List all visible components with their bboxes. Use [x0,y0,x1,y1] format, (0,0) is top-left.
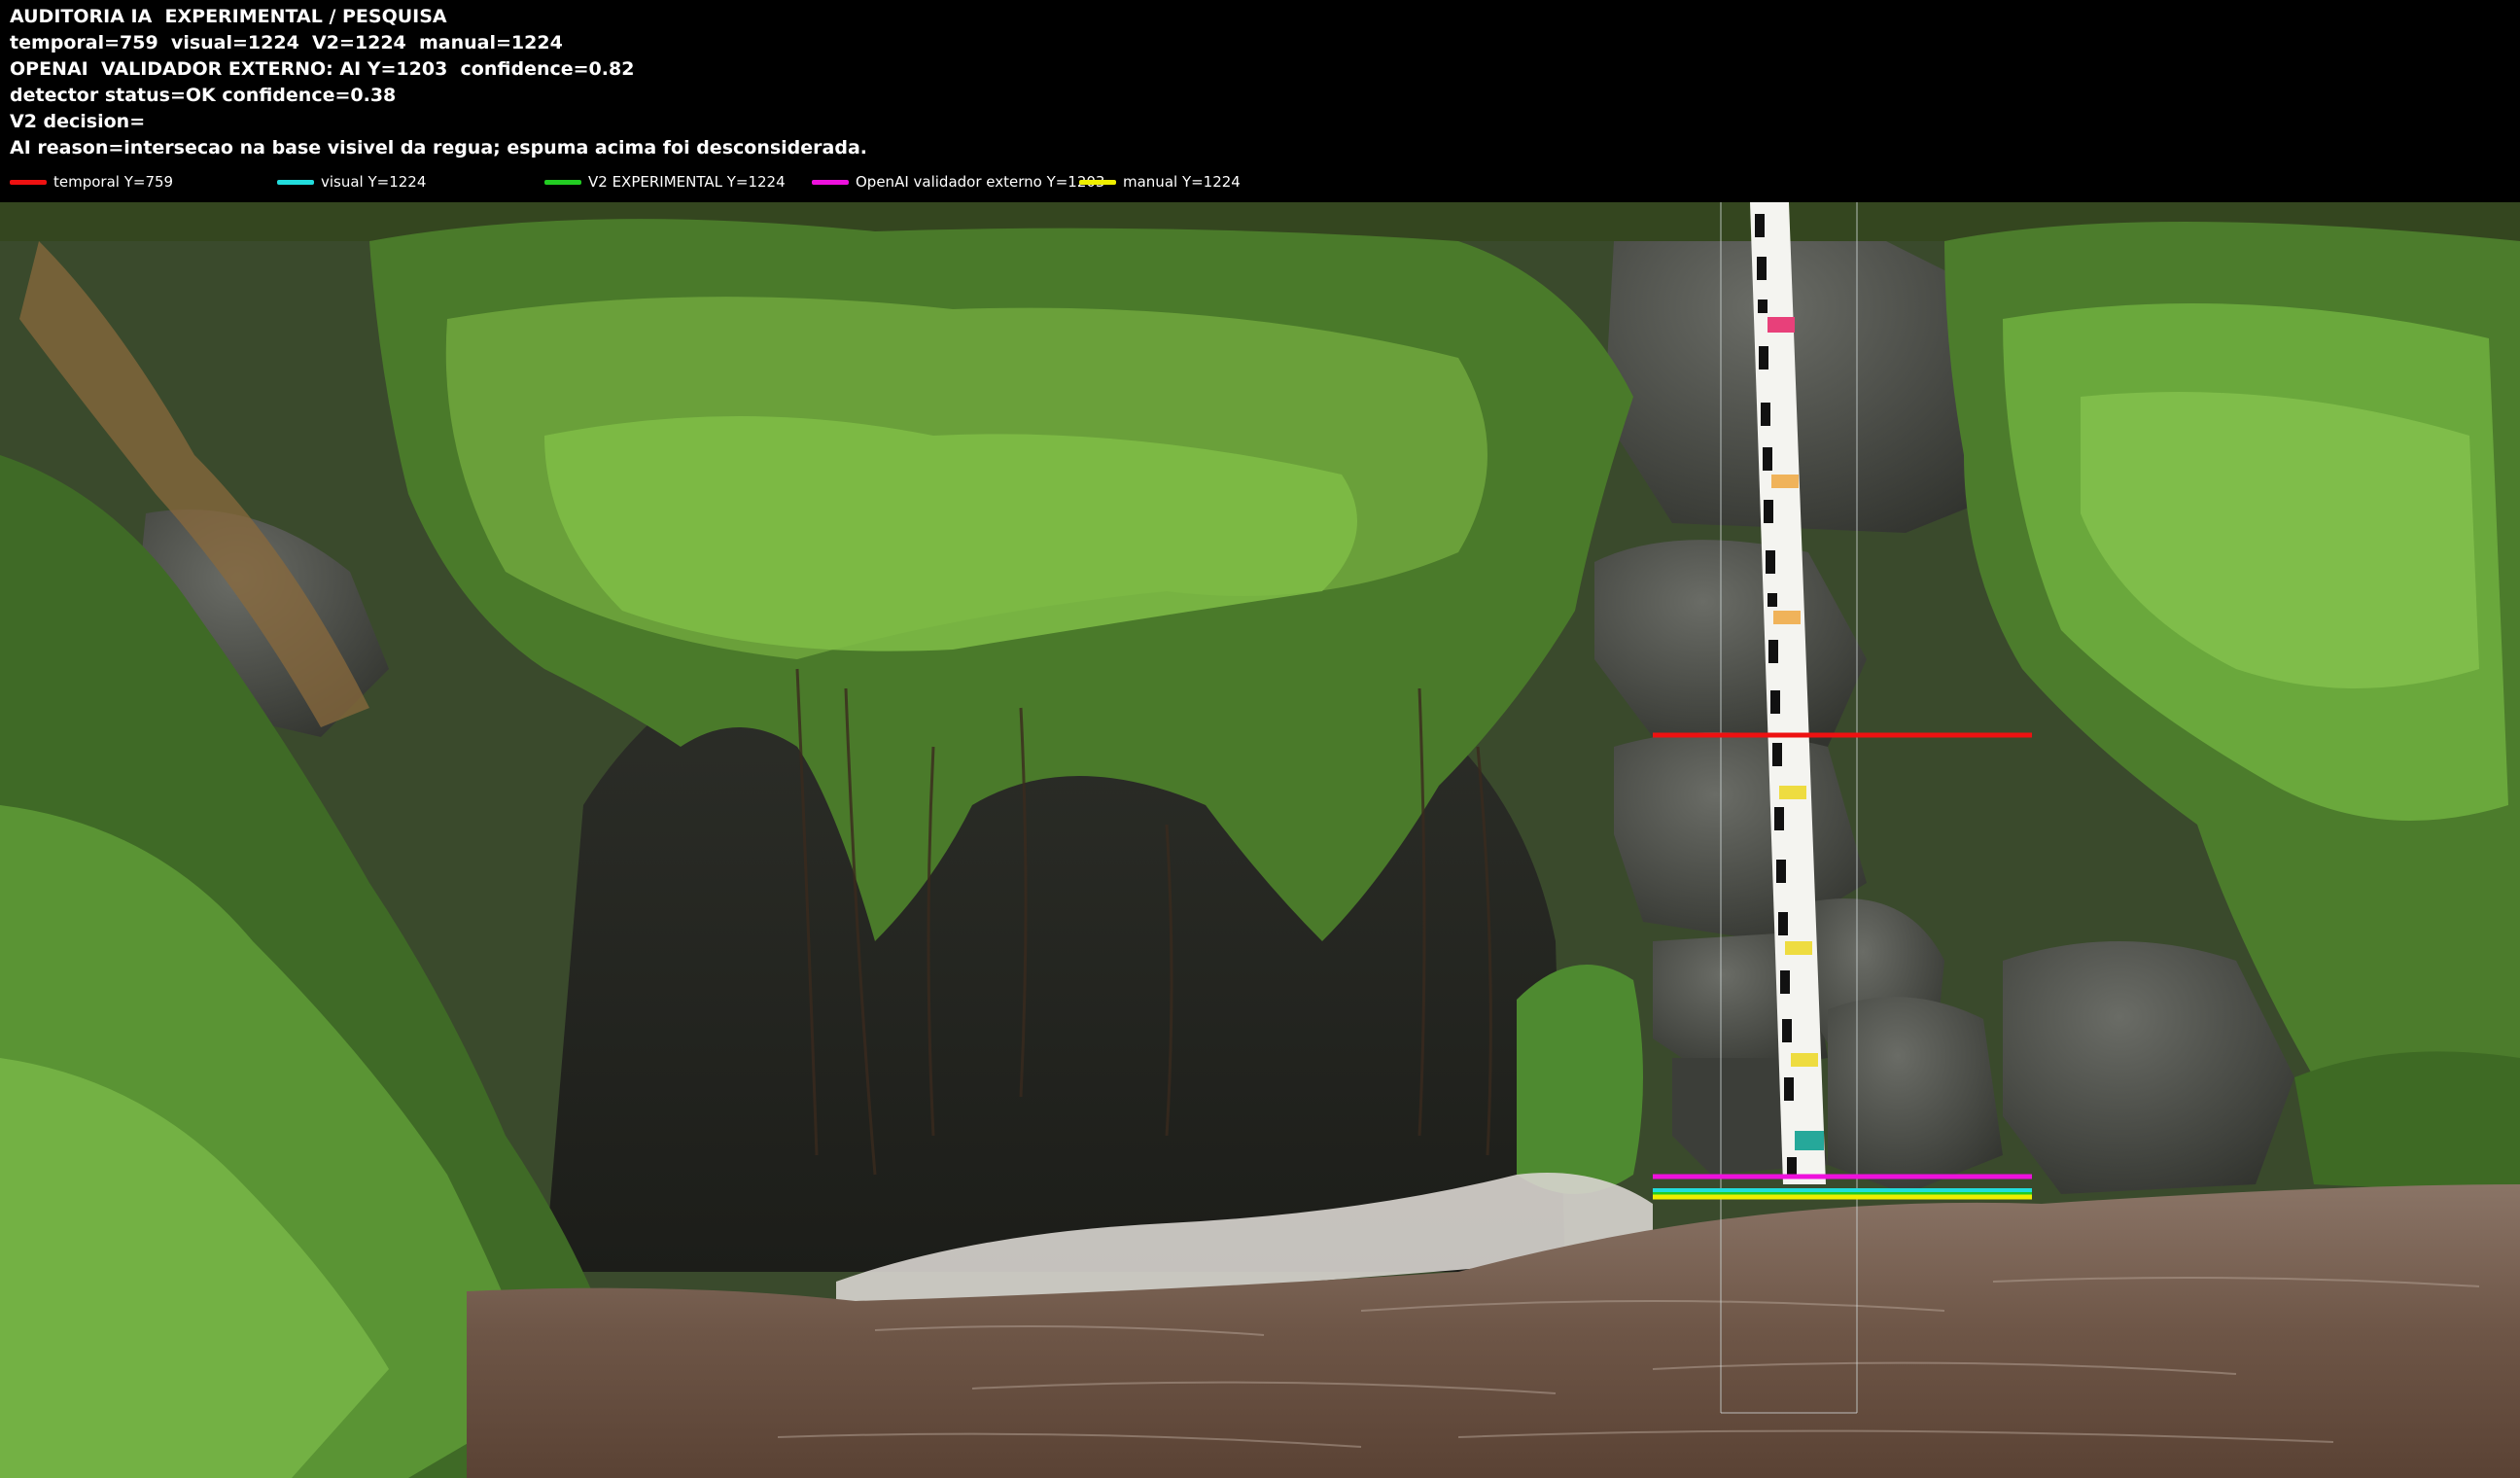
legend-swatch [10,180,47,185]
legend-swatch [1079,180,1116,185]
audit-header: AUDITORIA IA EXPERIMENTAL / PESQUISA tem… [0,0,2520,202]
river-camera-frame [0,202,2520,1478]
legend-swatch [277,180,314,185]
level-summary: temporal=759 visual=1224 V2=1224 manual=… [10,32,563,53]
v2-decision: V2 decision= [10,111,146,132]
legend-swatch [544,180,581,185]
detector-status: detector status=OK confidence=0.38 [10,85,397,106]
openai-validator-line: OPENAI VALIDADOR EXTERNO: AI Y=1203 conf… [10,58,635,80]
ai-reason: AI reason=intersecao na base visivel da … [10,137,867,158]
legend-swatch [812,180,849,185]
audit-title: AUDITORIA IA EXPERIMENTAL / PESQUISA [10,6,447,27]
scene-svg [0,202,2520,1478]
